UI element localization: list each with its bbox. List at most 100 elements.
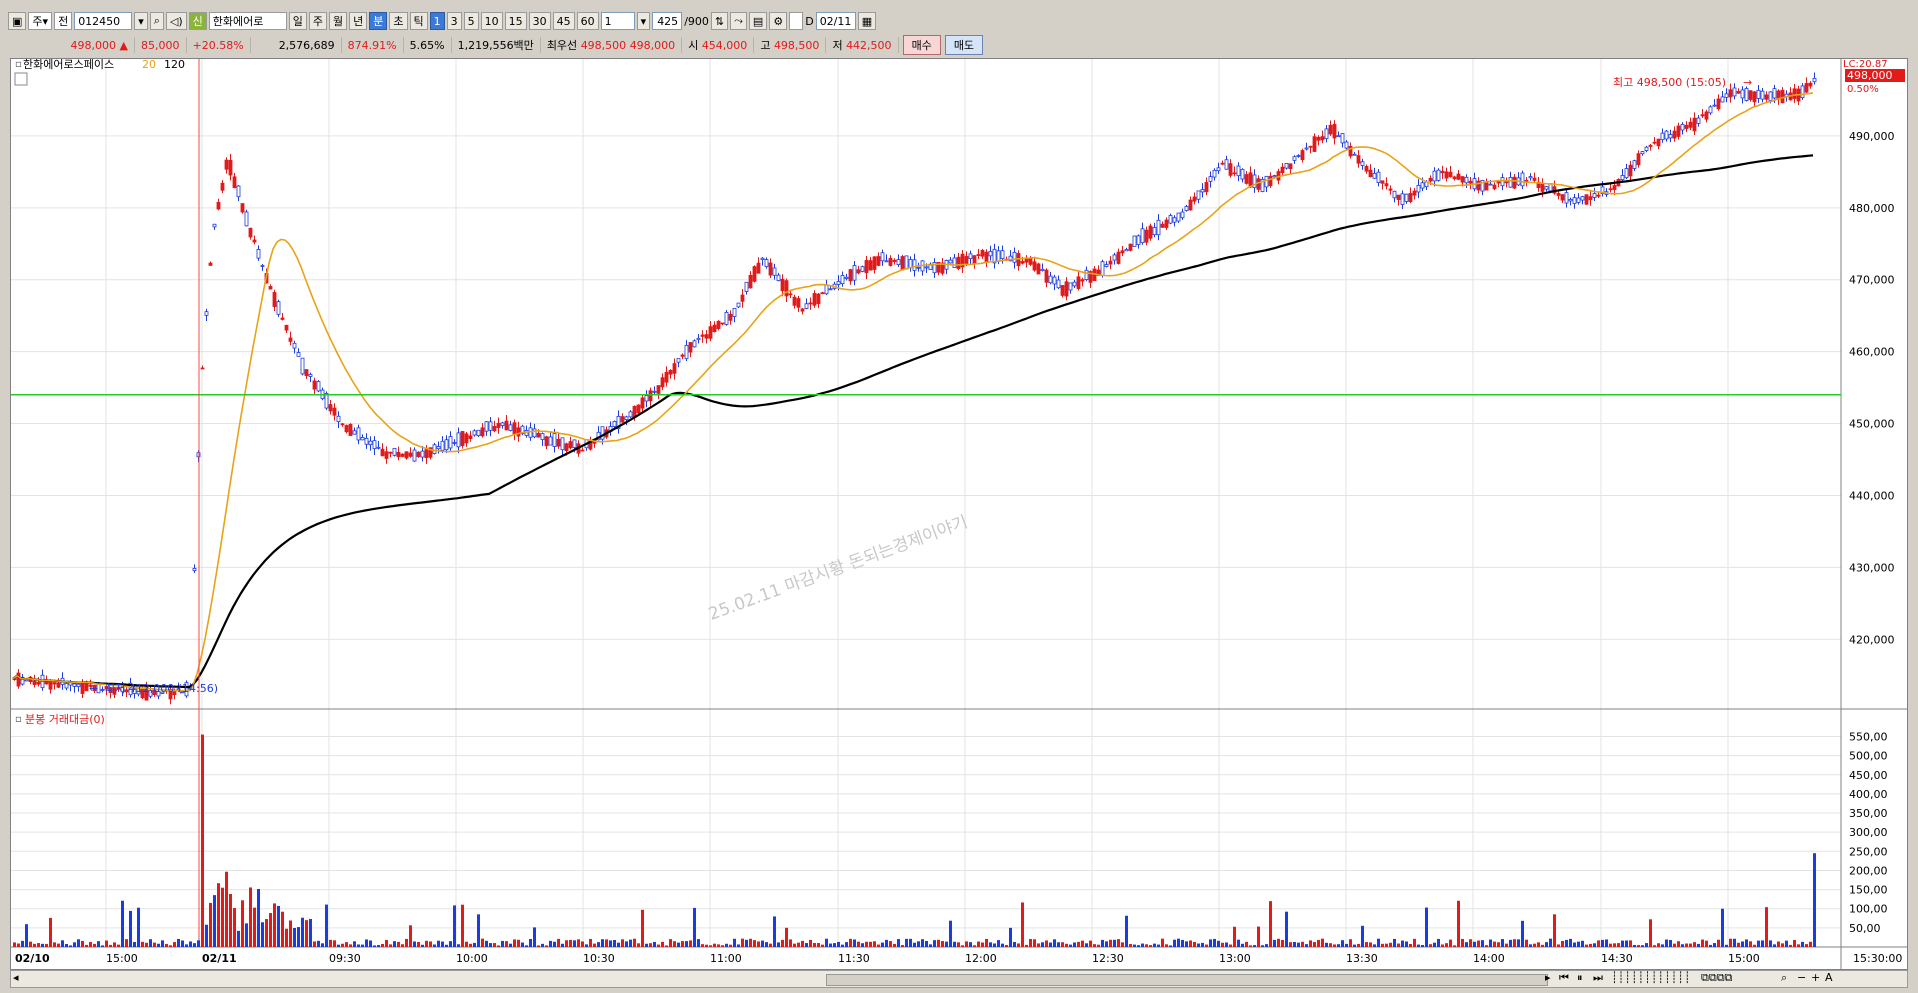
volume-bar xyxy=(233,908,236,947)
volume-bar xyxy=(57,943,60,947)
candle xyxy=(396,452,401,458)
tab-month[interactable]: 월 xyxy=(329,12,348,30)
calendar-icon[interactable]: ▦ xyxy=(857,12,877,30)
volume-collapse-icon[interactable]: ▫ xyxy=(15,714,22,725)
volume-bar xyxy=(13,942,16,947)
multiplier-input[interactable]: 1 xyxy=(600,12,635,30)
interval-3[interactable]: 3 xyxy=(446,12,462,30)
grid-toggle-icon[interactable] xyxy=(14,72,28,86)
market-type-select[interactable]: 주 ▾ xyxy=(28,12,53,30)
zoom-slider-icon[interactable]: ┊┊┊┊┊┊┊┊┊┊┊┊ xyxy=(1611,971,1690,984)
candle xyxy=(1268,175,1273,187)
zoom-icon[interactable]: ⌕ xyxy=(1781,971,1787,985)
indicator-icon[interactable]: ⇅ xyxy=(710,12,729,30)
candle xyxy=(1392,190,1397,199)
time-tick-label: 13:00 xyxy=(1219,952,1251,965)
tab-year[interactable]: 년 xyxy=(349,12,368,30)
volume-bar xyxy=(593,943,596,947)
gear-icon[interactable]: ⚙ xyxy=(769,12,788,30)
candle xyxy=(1676,125,1681,137)
chart-area[interactable]: 490,000 480,000 470,000 460,000 450,000 440,0… xyxy=(10,55,1908,970)
volume-bar xyxy=(1101,939,1104,947)
candle xyxy=(700,334,705,337)
tab-day[interactable]: 일 xyxy=(288,12,307,30)
volume-bar xyxy=(1809,941,1812,947)
volume-bar xyxy=(469,943,472,947)
interval-45[interactable]: 45 xyxy=(552,12,575,30)
scroll-left-icon[interactable]: ◂ xyxy=(13,971,19,984)
date-input[interactable]: 02/11 xyxy=(815,12,856,30)
stock-name-field[interactable]: 한화에어로 xyxy=(208,12,287,30)
chevron-down-icon[interactable]: ▾ xyxy=(134,12,148,30)
interval-30[interactable]: 30 xyxy=(528,12,551,30)
candle xyxy=(1320,136,1325,141)
volume-bar xyxy=(565,940,568,947)
candle xyxy=(1584,194,1589,205)
count-input[interactable]: 425 xyxy=(652,12,683,30)
tab-week[interactable]: 주 xyxy=(308,12,328,30)
candle xyxy=(1612,185,1617,190)
candle xyxy=(892,259,897,262)
candle xyxy=(360,437,365,441)
save-icon[interactable]: ▤ xyxy=(748,12,768,30)
date-checkbox[interactable] xyxy=(789,12,804,30)
interval-5[interactable]: 5 xyxy=(463,12,479,30)
candle xyxy=(1216,167,1221,172)
interval-1[interactable]: 1 xyxy=(429,12,445,30)
nav-last-icon[interactable]: ⏭ xyxy=(1593,971,1603,985)
volume-bar xyxy=(201,734,204,947)
volume-bar xyxy=(1477,940,1480,947)
chart-scrollbar[interactable]: ◂ ▸ ⏮ ⏸ ⏭ ┊┊┊┊┊┊┊┊┊┊┊┊ ⧉⧉⧉⧉ ⌕ − + A xyxy=(10,970,1908,988)
candle xyxy=(840,275,845,284)
volume-bar xyxy=(1769,940,1772,947)
volume-bar xyxy=(837,941,840,947)
interval-15[interactable]: 15 xyxy=(504,12,527,30)
volume-bar xyxy=(1133,944,1136,947)
interval-60[interactable]: 60 xyxy=(576,12,599,30)
collapse-icon[interactable]: ▫ xyxy=(15,59,22,70)
candle xyxy=(1248,172,1253,188)
scroll-thumb[interactable] xyxy=(826,974,1548,986)
volume-bar xyxy=(1545,942,1548,947)
volume-bar xyxy=(169,945,172,947)
volume-bar xyxy=(885,939,888,947)
candle xyxy=(1564,192,1569,204)
layout-icon[interactable]: ▣ xyxy=(8,12,27,30)
search-icon[interactable]: ⌕ xyxy=(149,12,164,30)
volume-bar xyxy=(429,941,432,947)
volume-bar xyxy=(1053,939,1056,947)
font-size-icon[interactable]: A xyxy=(1825,971,1833,984)
candle xyxy=(1224,159,1229,170)
stock-code-input[interactable]: 012450 xyxy=(74,12,133,30)
line-tool-icon[interactable]: ⤳ xyxy=(730,12,747,30)
volume-bar xyxy=(337,944,340,947)
candle xyxy=(572,439,577,448)
tab-minute[interactable]: 분 xyxy=(369,12,388,30)
volume-bar xyxy=(93,943,96,947)
tab-second[interactable]: 초 xyxy=(389,12,408,30)
zoom-out-icon[interactable]: − xyxy=(1797,971,1806,984)
nav-pause-icon[interactable]: ⏸ xyxy=(1577,971,1583,985)
sell-button[interactable]: 매도 xyxy=(944,35,984,55)
interval-10[interactable]: 10 xyxy=(480,12,503,30)
candle xyxy=(1648,144,1653,147)
volume-bar xyxy=(649,943,652,947)
speaker-icon[interactable]: ◁) xyxy=(165,12,187,30)
candle xyxy=(744,281,749,292)
chart-canvas[interactable]: 490,000 480,000 470,000 460,000 450,000 440,0… xyxy=(11,55,1907,969)
scroll-right-icon[interactable]: ▸ xyxy=(1545,971,1551,984)
candle xyxy=(1688,121,1693,128)
volume-bar xyxy=(1125,915,1128,947)
candle xyxy=(1204,182,1209,193)
buy-button[interactable]: 매수 xyxy=(902,35,941,55)
price-tick-label: 480,000 xyxy=(1849,202,1895,215)
view-mode-icon[interactable]: ⧉⧉⧉⧉ xyxy=(1701,971,1732,985)
tab-tick[interactable]: 틱 xyxy=(409,12,428,30)
multiplier-chevron-icon[interactable]: ▾ xyxy=(636,12,651,30)
zoom-in-icon[interactable]: + xyxy=(1811,971,1820,984)
nav-first-icon[interactable]: ⏮ xyxy=(1559,971,1571,985)
candle xyxy=(1284,163,1289,169)
volume-bar xyxy=(1045,940,1048,947)
volume-bar xyxy=(313,941,316,947)
market-scope-select[interactable]: 전 xyxy=(54,12,73,30)
